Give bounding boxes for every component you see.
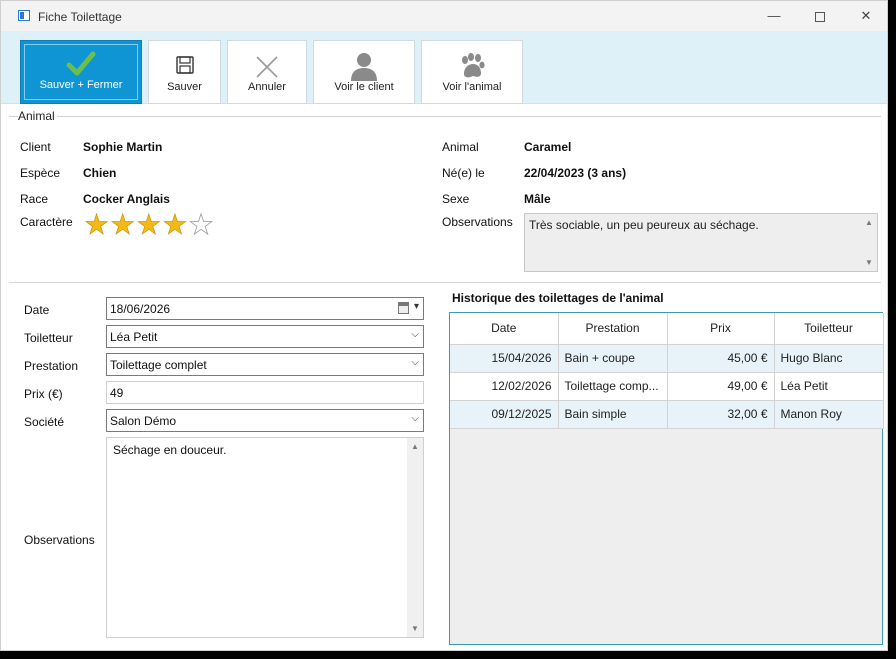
history-header-row: Date Prestation Prix Toiletteur <box>450 313 884 345</box>
animal-section-border <box>9 116 881 117</box>
cross-icon <box>256 56 278 78</box>
app-icon <box>18 10 30 21</box>
table-row[interactable]: 09/12/2025 Bain simple 32,00 € Manon Roy <box>450 400 884 429</box>
star-filled-icon[interactable]: ★ <box>136 210 162 239</box>
character-label: Caractère <box>20 215 73 229</box>
star-empty-icon[interactable]: ★ <box>188 210 214 239</box>
species-value: Chien <box>83 166 117 180</box>
breed-label: Race <box>20 192 49 206</box>
born-label: Né(e) le <box>442 166 485 180</box>
observations-scrollbar[interactable]: ▲ ▼ <box>407 438 423 637</box>
table-row[interactable]: 15/04/2026 Bain + coupe 45,00 € Hugo Bla… <box>450 344 884 373</box>
star-filled-icon[interactable]: ★ <box>162 210 188 239</box>
chevron-down-icon[interactable]: ⌵ <box>411 357 419 368</box>
save-close-button[interactable]: Sauver + Fermer <box>20 40 142 104</box>
column-header-groomer[interactable]: Toiletteur <box>774 313 884 345</box>
client-value: Sophie Martin <box>83 140 163 154</box>
groomer-value: Léa Petit <box>110 330 158 344</box>
maximize-button[interactable] <box>805 5 835 27</box>
scroll-up-icon[interactable]: ▲ <box>865 218 873 227</box>
chevron-down-icon[interactable]: ⌵ <box>411 413 419 424</box>
animal-section-legend: Animal <box>18 109 57 123</box>
row-groomer: Hugo Blanc <box>774 344 884 373</box>
client-label: Client <box>20 140 51 154</box>
price-value: 49 <box>110 386 124 400</box>
row-date: 12/02/2026 <box>450 372 559 401</box>
history-grid: Date Prestation Prix Toiletteur 15/04/20… <box>449 312 884 645</box>
price-input[interactable]: 49 <box>106 381 424 404</box>
row-price: 45,00 € <box>667 344 775 373</box>
row-date: 09/12/2025 <box>450 400 559 429</box>
animal-observations-text: Très sociable, un peu peureux au séchage… <box>529 218 759 232</box>
animal-name-value: Caramel <box>524 140 572 154</box>
company-select[interactable]: Salon Démo ⌵ <box>106 409 424 432</box>
animal-label: Animal <box>442 140 479 154</box>
animal-observations-box: Très sociable, un peu peureux au séchage… <box>524 213 878 272</box>
animal-observations-scrollbar[interactable]: ▲ ▼ <box>861 214 877 271</box>
star-filled-icon[interactable]: ★ <box>110 210 136 239</box>
chevron-down-icon[interactable]: ⌵ <box>411 329 419 340</box>
save-close-label: Sauver + Fermer <box>39 79 123 91</box>
grooming-observations-label: Observations <box>24 533 95 547</box>
title-bar: Fiche Toilettage — ✕ <box>1 1 887 31</box>
groomer-select[interactable]: Léa Petit ⌵ <box>106 325 424 348</box>
row-price: 49,00 € <box>667 372 775 401</box>
table-row[interactable]: 12/02/2026 Toilettage comp... 49,00 € Lé… <box>450 372 884 401</box>
row-groomer: Manon Roy <box>774 400 884 429</box>
grooming-observations-textarea[interactable]: Séchage en douceur. ▲ ▼ <box>106 437 424 638</box>
scroll-down-icon[interactable]: ▼ <box>865 258 873 267</box>
save-label: Sauver <box>167 81 202 93</box>
company-label: Société <box>24 415 65 429</box>
row-date: 15/04/2026 <box>450 344 559 373</box>
character-rating[interactable]: ★★★★★ <box>84 210 215 239</box>
scroll-up-icon[interactable]: ▲ <box>411 442 419 451</box>
price-label: Prix (€) <box>24 387 63 401</box>
row-price: 32,00 € <box>667 400 775 429</box>
view-animal-button[interactable]: Voir l'animal <box>421 40 523 104</box>
grooming-observations-text: Séchage en douceur. <box>113 443 227 457</box>
view-client-label: Voir le client <box>334 81 394 93</box>
born-value: 22/04/2023 (3 ans) <box>524 166 627 180</box>
service-value: Toilettage complet <box>110 358 207 372</box>
chevron-down-icon[interactable]: ▾ <box>414 301 419 312</box>
groomer-label: Toiletteur <box>24 331 73 345</box>
sex-value: Mâle <box>524 192 551 206</box>
floppy-disk-icon <box>175 56 194 74</box>
breed-value: Cocker Anglais <box>83 192 170 206</box>
animal-observations-label: Observations <box>442 215 513 229</box>
close-button[interactable]: ✕ <box>851 5 881 27</box>
view-animal-label: Voir l'animal <box>442 81 502 93</box>
row-service: Bain simple <box>558 400 668 429</box>
star-filled-icon[interactable]: ★ <box>84 210 110 239</box>
row-service: Toilettage comp... <box>558 372 668 401</box>
row-groomer: Léa Petit <box>774 372 884 401</box>
date-picker[interactable]: 18/06/2026 ▾ <box>106 297 424 320</box>
service-select[interactable]: Toilettage complet ⌵ <box>106 353 424 376</box>
row-service: Bain + coupe <box>558 344 668 373</box>
column-header-date[interactable]: Date <box>450 313 559 345</box>
cancel-label: Annuler <box>248 81 286 93</box>
view-client-button[interactable]: Voir le client <box>313 40 415 104</box>
date-label: Date <box>24 303 50 317</box>
date-value: 18/06/2026 <box>110 302 171 316</box>
minimize-button[interactable]: — <box>759 5 789 27</box>
history-title: Historique des toilettages de l'animal <box>452 291 664 305</box>
window-title: Fiche Toilettage <box>38 10 122 24</box>
column-header-price[interactable]: Prix <box>667 313 775 345</box>
toolbar: Sauver + Fermer Sauver Annuler Voir le c… <box>1 31 887 104</box>
company-value: Salon Démo <box>110 414 177 428</box>
column-header-service[interactable]: Prestation <box>558 313 668 345</box>
sex-label: Sexe <box>442 192 470 206</box>
person-icon <box>351 53 377 81</box>
paw-icon <box>462 53 485 78</box>
scroll-down-icon[interactable]: ▼ <box>411 624 419 633</box>
section-divider <box>9 282 881 283</box>
fiche-toilettage-window: Fiche Toilettage — ✕ Sauver + Fermer Sau… <box>0 0 888 651</box>
save-button[interactable]: Sauver <box>148 40 221 104</box>
service-label: Prestation <box>24 359 79 373</box>
cancel-button[interactable]: Annuler <box>227 40 307 104</box>
species-label: Espèce <box>20 166 61 180</box>
checkmark-icon <box>66 51 96 76</box>
calendar-icon[interactable] <box>398 302 409 314</box>
